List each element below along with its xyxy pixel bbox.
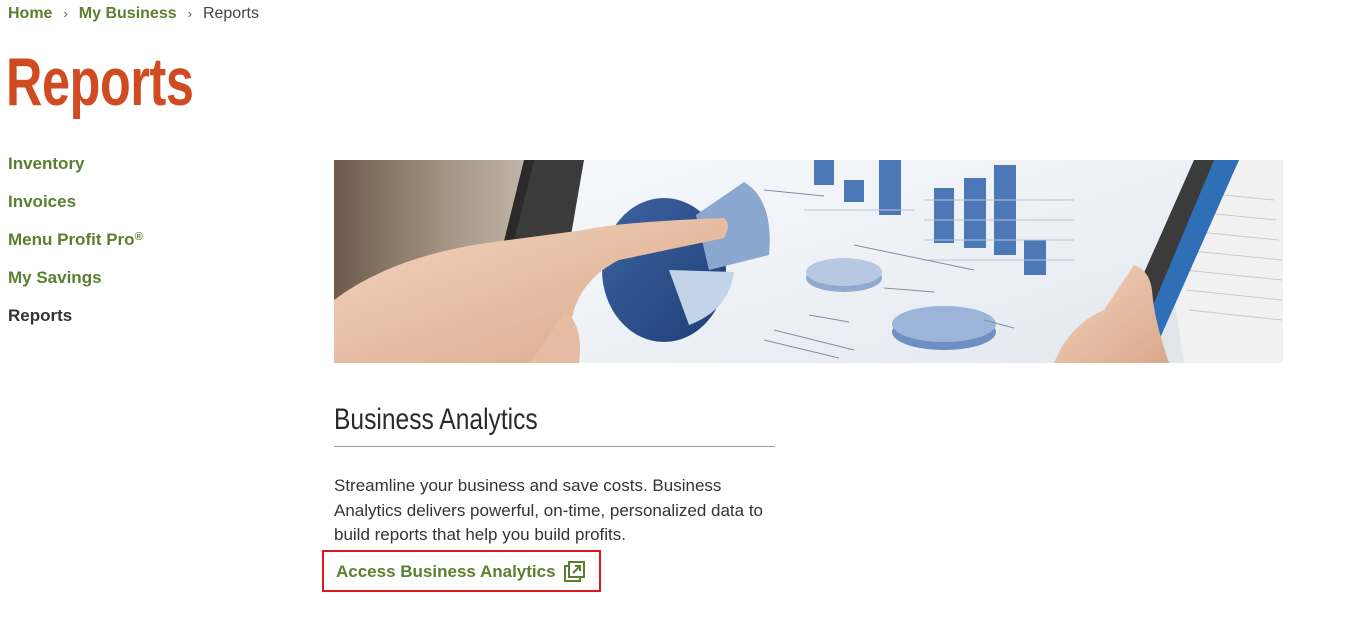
side-nav-item-reports: Reports (8, 305, 143, 343)
side-nav-link-inventory[interactable]: Inventory (8, 154, 85, 173)
breadcrumb-my-business-link[interactable]: My Business (79, 4, 177, 24)
tablet-analytics-illustration (334, 160, 1283, 363)
side-nav-link-invoices[interactable]: Invoices (8, 192, 76, 211)
breadcrumb-current: Reports (202, 5, 259, 22)
breadcrumb-home-link[interactable]: Home (8, 4, 52, 24)
side-nav-item-menu-profit-pro: Menu Profit Pro® (8, 229, 143, 267)
breadcrumb: Home › My Business › Reports (8, 4, 259, 24)
breadcrumb-separator: › (63, 6, 68, 21)
side-nav-item-inventory: Inventory (8, 153, 143, 191)
side-nav-label: Menu Profit Pro (8, 230, 135, 249)
access-link-highlight: Access Business Analytics (322, 550, 601, 592)
side-nav-link-reports[interactable]: Reports (8, 306, 72, 325)
hero-image (334, 160, 1283, 363)
access-link-label: Access Business Analytics (336, 562, 556, 581)
reports-page: Home › My Business › Reports Reports Inv… (0, 0, 1370, 642)
side-nav-link-my-savings[interactable]: My Savings (8, 268, 102, 287)
side-nav-item-my-savings: My Savings (8, 267, 143, 305)
side-nav-item-invoices: Invoices (8, 191, 143, 229)
breadcrumb-separator: › (187, 6, 192, 21)
registered-mark: ® (134, 231, 143, 243)
side-nav-link-menu-profit-pro[interactable]: Menu Profit Pro® (8, 230, 143, 249)
section-divider (334, 446, 775, 447)
section-title: Business Analytics (334, 403, 538, 436)
section-description: Streamline your business and save costs.… (334, 476, 763, 544)
page-title: Reports (6, 44, 194, 120)
access-business-analytics-link[interactable]: Access Business Analytics (336, 561, 586, 583)
external-link-icon (563, 561, 586, 583)
side-nav: Inventory Invoices Menu Profit Pro® My S… (8, 153, 143, 343)
